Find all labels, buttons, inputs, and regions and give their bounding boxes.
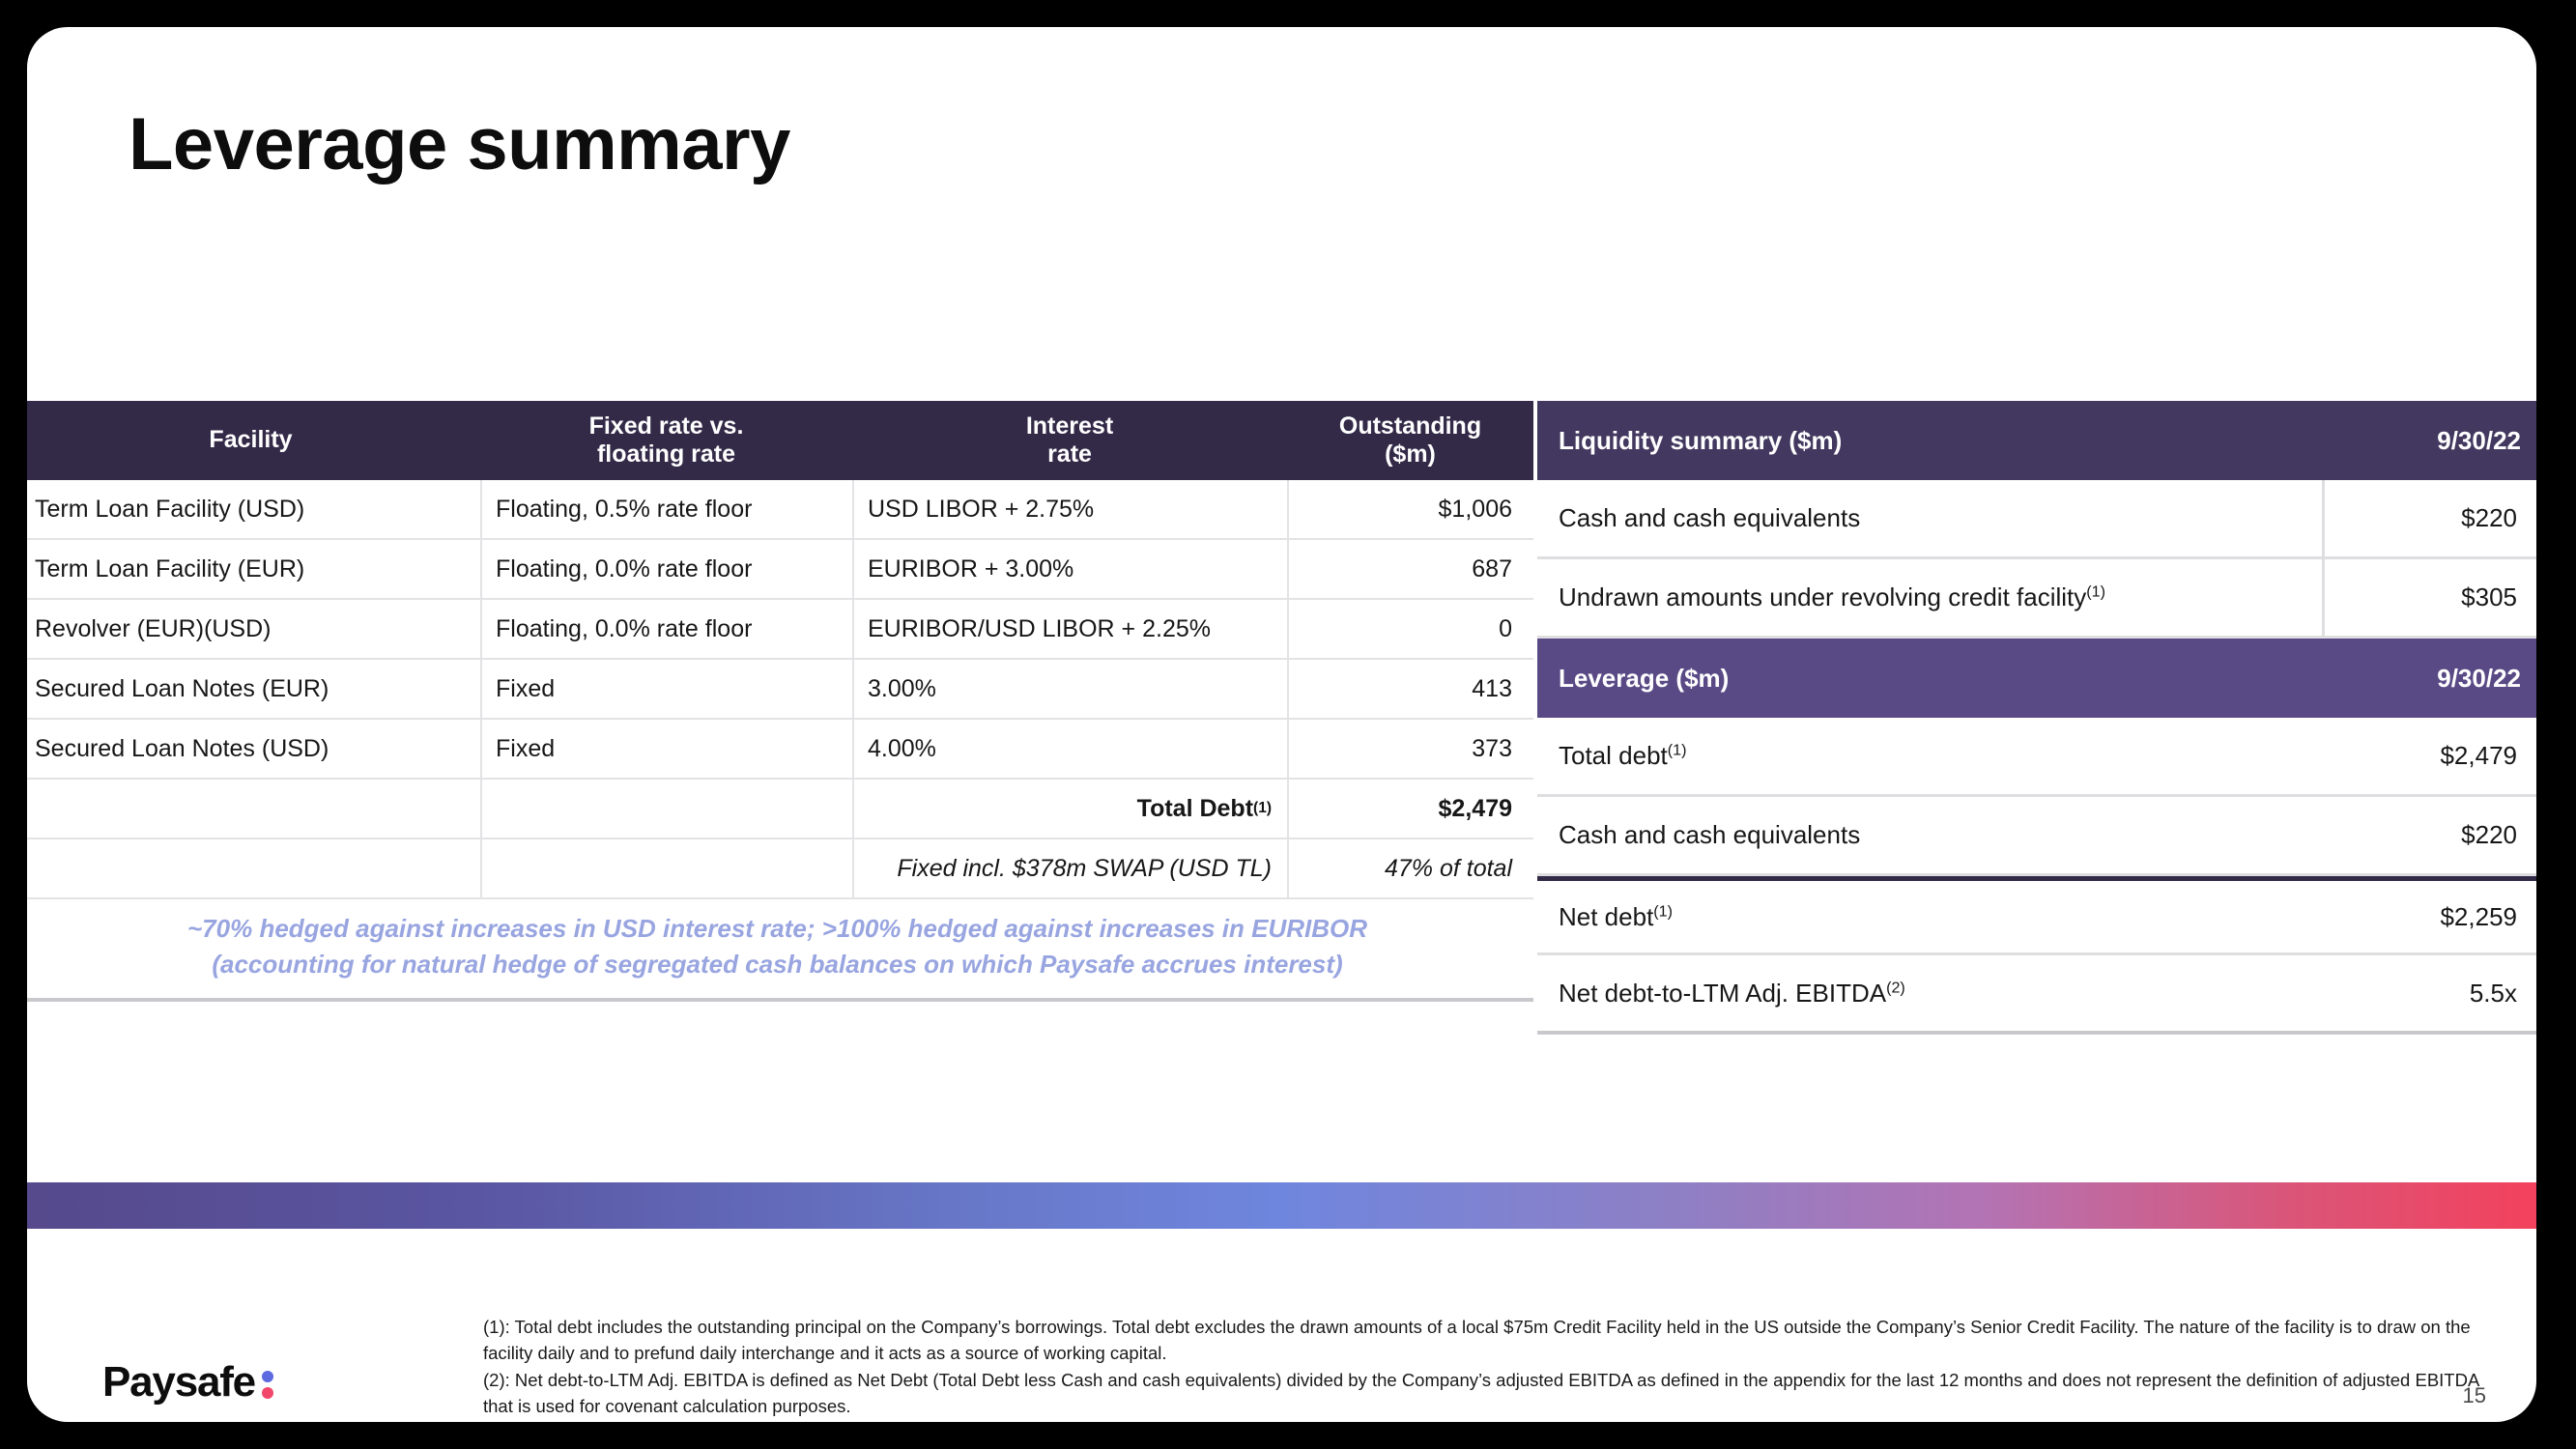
liquidity-label-text: Cash and cash equivalents [1559,503,1861,532]
footnote-marker: (1) [1667,741,1687,759]
slide-card: Leverage summary Facility Fixed rate vs.… [27,27,2536,1422]
cell-swap-value: 47% of total [1287,839,1533,897]
cell-facility: Secured Loan Notes (EUR) [35,674,329,702]
hedge-note-row: ~70% hedged against increases in USD int… [27,899,1533,1002]
liquidity-leverage-panel: Liquidity summary ($m) 9/30/22 Cash and … [1537,401,2536,1035]
table-row: Cash and cash equivalents $220 [1537,797,2536,876]
column-header-outstanding: Outstanding ($m) [1287,412,1533,469]
cell-liquidity-label: Cash and cash equivalents [1537,503,2322,533]
cell-rate-type: Floating, 0.0% rate floor [480,600,852,658]
table-row: Cash and cash equivalents $220 [1537,480,2536,559]
logo-dot-pink-icon [261,1386,273,1399]
cell-liquidity-value: $220 [2322,480,2536,556]
cell-facility: Term Loan Facility (USD) [35,495,305,523]
leverage-label-text: Total debt [1559,741,1668,770]
cell-facility: Secured Loan Notes (USD) [35,734,329,762]
footnote-1: (1): Total debt includes the outstanding… [483,1317,2471,1364]
column-header-fixed-vs-floating-line1: Fixed rate vs. [588,412,744,440]
cell-facility: Revolver (EUR)(USD) [35,614,272,642]
cell-leverage-value: $2,259 [2440,901,2517,931]
cell-interest-rate: 4.00% [852,720,1287,778]
cell-outstanding: 0 [1287,600,1533,658]
cell-empty [27,780,480,838]
total-debt-label-text: Total Debt [1136,794,1254,822]
debt-table-header-row: Facility Fixed rate vs. floating rate In… [27,401,1533,480]
cell-rate-type: Floating, 0.5% rate floor [480,480,852,538]
cell-liquidity-label: Undrawn amounts under revolving credit f… [1537,582,2322,612]
cell-empty [480,780,852,838]
brand-gradient-bar [27,1182,2536,1229]
cell-liquidity-value: $305 [2322,559,2536,636]
column-header-interest-rate-line2: rate [1047,440,1092,468]
cell-interest-rate: EURIBOR + 3.00% [852,540,1287,598]
leverage-label-text: Net debt-to-LTM Adj. EBITDA [1559,978,1887,1008]
column-header-fixed-vs-floating-line2: floating rate [596,440,736,468]
cell-leverage-value: $220 [2461,820,2517,849]
hedge-note-line1: ~70% hedged against increases in USD int… [187,914,1367,943]
column-header-outstanding-line1: Outstanding [1338,412,1482,440]
footnote-marker: (2) [1886,978,1905,996]
cell-outstanding: 413 [1287,660,1533,718]
cell-rate-type: Fixed [480,720,852,778]
table-row: Revolver (EUR)(USD) Floating, 0.0% rate … [27,600,1533,660]
table-row: Secured Loan Notes (USD) Fixed 4.00% 373 [27,720,1533,780]
footnote-2: (2): Net debt-to-LTM Adj. EBITDA is defi… [483,1369,2479,1417]
column-header-fixed-vs-floating: Fixed rate vs. floating rate [480,412,852,469]
cell-rate-type: Fixed [480,660,852,718]
leverage-header-label: Leverage ($m) [1559,663,1730,693]
cell-empty [27,839,480,897]
column-header-outstanding-line2: ($m) [1385,440,1436,468]
table-row: Net debt(1) $2,259 [1537,876,2536,955]
cell-outstanding: $1,006 [1287,480,1533,538]
table-row: Net debt-to-LTM Adj. EBITDA(2) 5.5x [1537,955,2536,1035]
cell-outstanding: 373 [1287,720,1533,778]
cell-interest-rate: USD LIBOR + 2.75% [852,480,1287,538]
column-header-interest-rate: Interest rate [852,412,1287,469]
liquidity-label-text: Undrawn amounts under revolving credit f… [1559,582,2087,611]
table-row: Secured Loan Notes (EUR) Fixed 3.00% 413 [27,660,1533,720]
page-number: 15 [2462,1383,2486,1407]
hedge-note-line2: (accounting for natural hedge of segrega… [212,949,1343,979]
cell-leverage-value: 5.5x [2469,978,2517,1008]
cell-interest-rate: EURIBOR/USD LIBOR + 2.25% [852,600,1287,658]
leverage-label-text: Cash and cash equivalents [1559,820,1861,849]
liquidity-header-label: Liquidity summary ($m) [1559,425,1843,455]
footnote-marker: (1) [2086,582,2105,601]
footnote-marker: (1) [1653,901,1673,920]
column-header-interest-rate-line1: Interest [1025,412,1114,440]
debt-facility-table: Facility Fixed rate vs. floating rate In… [27,401,1533,1002]
cell-rate-type: Floating, 0.0% rate floor [480,540,852,598]
paysafe-logo: Paysafe [102,1358,273,1406]
liquidity-summary-header: Liquidity summary ($m) 9/30/22 [1537,401,2536,480]
cell-total-debt-value: $2,479 [1287,780,1533,838]
table-row: Total debt(1) $2,479 [1537,718,2536,797]
cell-leverage-label: Total debt(1) [1537,741,2322,771]
leverage-label-text: Net debt [1559,901,1654,931]
table-row: Undrawn amounts under revolving credit f… [1537,559,2536,639]
cell-leverage-label: Net debt(1) [1537,902,2322,932]
logo-wordmark: Paysafe [102,1358,256,1406]
logo-dot-blue-icon [261,1370,273,1382]
column-header-facility: Facility [209,426,293,454]
liquidity-header-date: 9/30/22 [2437,425,2521,455]
swap-row: Fixed incl. $378m SWAP (USD TL) 47% of t… [27,839,1533,899]
logo-colon-icon [261,1370,273,1399]
total-debt-row: Total Debt (1) $2,479 [27,780,1533,839]
table-row: Term Loan Facility (EUR) Floating, 0.0% … [27,540,1533,600]
leverage-header-date: 9/30/22 [2437,663,2521,693]
cell-outstanding: 687 [1287,540,1533,598]
table-row: Term Loan Facility (USD) Floating, 0.5% … [27,480,1533,540]
footnotes: (1): Total debt includes the outstanding… [483,1314,2498,1420]
cell-leverage-label: Cash and cash equivalents [1537,820,2322,850]
page-title: Leverage summary [129,103,790,185]
cell-leverage-value: $2,479 [2440,741,2517,770]
cell-facility: Term Loan Facility (EUR) [35,554,305,582]
cell-interest-rate: 3.00% [852,660,1287,718]
cell-swap-label: Fixed incl. $378m SWAP (USD TL) [852,839,1287,897]
cell-leverage-label: Net debt-to-LTM Adj. EBITDA(2) [1537,979,2322,1009]
cell-empty [480,839,852,897]
cell-total-debt-label: Total Debt (1) [852,780,1287,838]
leverage-summary-header: Leverage ($m) 9/30/22 [1537,639,2536,718]
